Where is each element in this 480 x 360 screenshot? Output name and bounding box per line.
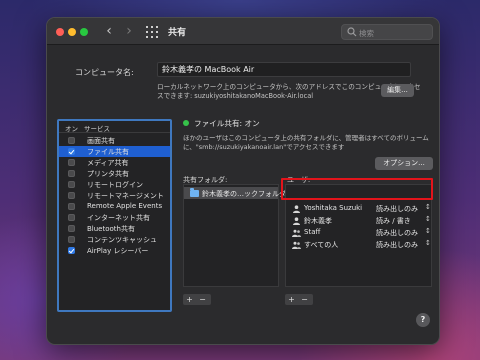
service-row-remote-apple-events[interactable]: Remote Apple Events xyxy=(59,201,170,212)
service-label: リモートマネージメント xyxy=(87,192,164,200)
service-row-bluetooth-sharing[interactable]: Bluetooth共有 xyxy=(59,223,170,234)
user-name: 鈴木義孝 xyxy=(304,217,332,225)
folder-icon xyxy=(190,188,199,197)
service-label: メディア共有 xyxy=(87,159,129,167)
sharing-preferences-window: ‹ › 共有 検索 コンピュータ名: 鈴木義孝の MacBook Air ローカ… xyxy=(46,17,440,345)
shared-folders-add-remove: + − xyxy=(183,294,211,305)
service-row-media-sharing[interactable]: メディア共有 xyxy=(59,157,170,168)
service-label: Bluetooth共有 xyxy=(87,225,135,233)
services-list-header: オン サービス xyxy=(59,121,170,133)
user-permission-popup[interactable]: 読み出しのみ xyxy=(376,240,418,250)
window-title: 共有 xyxy=(168,28,187,38)
group-icon xyxy=(292,229,301,237)
service-checkbox[interactable] xyxy=(68,214,75,221)
column-header-on: オン xyxy=(65,125,78,133)
options-button[interactable]: オプション... xyxy=(375,157,433,170)
service-checkbox[interactable] xyxy=(68,225,75,232)
service-label: コンテンツキャッシュ xyxy=(87,236,157,244)
service-label: インターネット共有 xyxy=(87,214,150,222)
title-bar: ‹ › 共有 検索 xyxy=(47,18,439,45)
user-icon xyxy=(293,217,300,225)
search-icon xyxy=(347,27,357,37)
service-row-file-sharing[interactable]: ファイル共有 xyxy=(59,146,170,157)
service-checkbox[interactable] xyxy=(68,159,75,166)
close-window-button[interactable] xyxy=(56,28,64,36)
service-label: リモートログイン xyxy=(87,181,143,189)
service-row-airplay-receiver[interactable]: AirPlay レシーバー xyxy=(59,245,170,256)
minimize-window-button[interactable] xyxy=(68,28,76,36)
service-checkbox[interactable] xyxy=(68,137,75,144)
service-checkbox[interactable] xyxy=(68,181,75,188)
search-placeholder: 検索 xyxy=(359,29,374,38)
service-checkbox[interactable] xyxy=(68,148,75,155)
popup-arrows-icon: ↕ xyxy=(425,215,431,223)
service-checkbox[interactable] xyxy=(68,170,75,177)
group-icon xyxy=(292,241,301,249)
services-list: オン サービス 画面共有 ファイル共有 メディア共有 プリンタ共有 リモートログ… xyxy=(57,119,172,312)
file-sharing-info-line2: に、"smb://suzukiyakanoair.lan"でアクセスできます xyxy=(183,143,345,151)
back-button[interactable]: ‹ xyxy=(102,23,116,39)
service-checkbox[interactable] xyxy=(68,192,75,199)
user-permission-popup[interactable]: 読み出しのみ xyxy=(376,228,418,238)
service-label: AirPlay レシーバー xyxy=(87,247,149,255)
zoom-window-button[interactable] xyxy=(80,28,88,36)
user-name: すべての人 xyxy=(304,241,339,249)
service-label: Remote Apple Events xyxy=(87,202,163,210)
service-checkbox[interactable] xyxy=(68,247,75,254)
shared-folders-list: 鈴木義孝の…ックフォルダ xyxy=(183,184,286,287)
popup-arrows-icon: ↕ xyxy=(425,239,431,247)
service-row-printer-sharing[interactable]: プリンタ共有 xyxy=(59,168,170,179)
computer-address-desc-line2: スできます: suzukiyoshitakanoMacBook-Air.loca… xyxy=(157,92,314,100)
service-label: ファイル共有 xyxy=(87,148,129,156)
column-header-service: サービス xyxy=(84,125,110,133)
help-button[interactable]: ? xyxy=(416,313,430,327)
add-folder-button[interactable]: + xyxy=(183,294,196,305)
shared-folder-row[interactable]: 鈴木義孝の…ックフォルダ xyxy=(184,187,286,199)
add-user-button[interactable]: + xyxy=(285,294,298,305)
shared-folder-label: 鈴木義孝の…ックフォルダ xyxy=(202,190,286,198)
popup-arrows-icon: ↕ xyxy=(425,203,431,211)
file-sharing-status: ファイル共有: オン xyxy=(194,119,260,128)
edit-hostname-button[interactable]: 編集... xyxy=(381,84,414,97)
users-list: Yoshitaka Suzuki 読み出しのみ ↕ 鈴木義孝 読み / 書き ↕… xyxy=(285,184,432,287)
search-field[interactable]: 検索 xyxy=(341,24,433,40)
computer-name-label: コンピュータ名: xyxy=(75,68,134,77)
service-row-internet-sharing[interactable]: インターネット共有 xyxy=(59,212,170,223)
service-row-screen-sharing[interactable]: 画面共有 xyxy=(59,135,170,146)
show-all-grid-icon[interactable] xyxy=(146,26,158,38)
user-permission-popup[interactable]: 読み出しのみ xyxy=(376,204,418,214)
users-add-remove: + − xyxy=(285,294,313,305)
service-row-content-caching[interactable]: コンテンツキャッシュ xyxy=(59,234,170,245)
service-checkbox[interactable] xyxy=(68,203,75,210)
user-name: Yoshitaka Suzuki xyxy=(304,204,363,212)
user-row[interactable]: 鈴木義孝 読み / 書き ↕ xyxy=(286,215,431,226)
service-checkbox[interactable] xyxy=(68,236,75,243)
service-label: プリンタ共有 xyxy=(87,170,129,178)
popup-arrows-icon: ↕ xyxy=(425,227,431,235)
forward-button[interactable]: › xyxy=(122,23,136,39)
user-row[interactable]: Staff 読み出しのみ ↕ xyxy=(286,227,431,238)
user-row[interactable]: すべての人 読み出しのみ ↕ xyxy=(286,239,431,250)
service-row-remote-login[interactable]: リモートログイン xyxy=(59,179,170,190)
user-row[interactable]: Yoshitaka Suzuki 読み出しのみ ↕ xyxy=(286,203,431,214)
status-indicator-dot xyxy=(183,120,189,126)
remove-user-button[interactable]: − xyxy=(298,294,311,305)
service-label: 画面共有 xyxy=(87,137,115,145)
user-icon xyxy=(293,205,300,213)
service-row-remote-management[interactable]: リモートマネージメント xyxy=(59,190,170,201)
remove-folder-button[interactable]: − xyxy=(196,294,209,305)
user-permission-popup[interactable]: 読み / 書き xyxy=(376,216,411,226)
user-name: Staff xyxy=(304,228,321,236)
computer-name-field[interactable]: 鈴木義孝の MacBook Air xyxy=(157,62,411,77)
